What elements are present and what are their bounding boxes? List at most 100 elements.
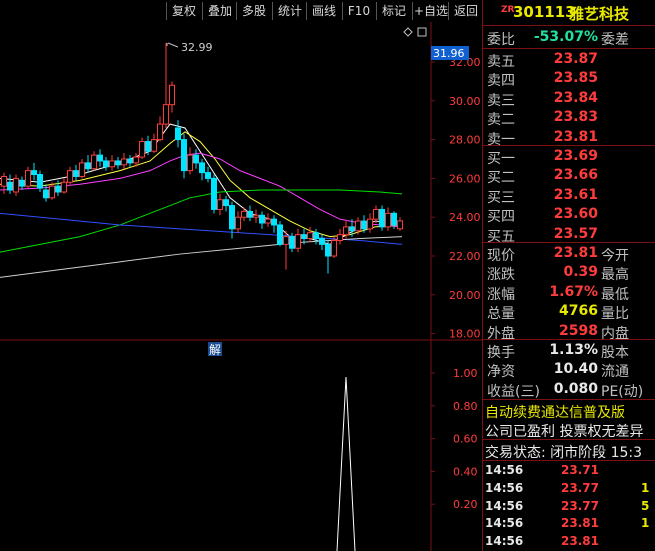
indicator-tick: 0.60	[453, 433, 478, 446]
stock-header: ZR 301113 雅艺科技	[483, 2, 655, 23]
trade-row: 14:56 23.81	[483, 533, 655, 550]
stat-row-3-value: 4766	[559, 303, 598, 320]
toolbar-button-4[interactable]: 画线	[306, 2, 341, 20]
bid-row-1-value: 23.66	[553, 167, 598, 184]
weibi-row: 委比 -53.07% 委差	[483, 28, 655, 48]
bid-row-1-label: 买二	[487, 170, 515, 187]
trade-vol: 1	[641, 480, 650, 495]
fund-row-0-label2: 股本	[601, 345, 629, 361]
stat-row-1: 涨跌 0.39 最高	[483, 263, 655, 284]
bid-row-3-label: 买四	[487, 209, 515, 226]
trade-price: 23.71	[561, 463, 599, 477]
bid-row-4: 买五 23.57	[483, 225, 655, 245]
trade-time: 14:56	[485, 480, 524, 495]
ask-row-4: 卖一 23.81	[483, 128, 655, 148]
indicator-tick: 0.80	[453, 400, 478, 413]
fund-row-2: 收益(三) 0.080 PE(动)	[483, 380, 655, 400]
trade-vol: 5	[641, 498, 650, 513]
kline-chart[interactable]: 32.0030.0028.0026.0024.0022.0020.0018.00…	[0, 22, 482, 551]
toolbar-button-6[interactable]: 标记	[376, 2, 411, 20]
high-label: 32.99	[181, 41, 213, 54]
bid-row-2-value: 23.61	[553, 186, 598, 203]
trade-time: 14:56	[485, 498, 524, 513]
fund-row-2-label: 收益(三)	[487, 383, 540, 400]
stat-row-2-value: 1.67%	[549, 283, 598, 300]
indicator-tick: 1.00	[453, 367, 478, 380]
fund-row-0-value: 1.13%	[549, 342, 598, 358]
fund-row-2-label2: PE(动)	[601, 383, 644, 400]
stat-row-1-value: 0.39	[563, 264, 598, 281]
stock-name: 雅艺科技	[569, 5, 630, 23]
ask-row-3-label: 卖二	[487, 112, 515, 129]
stat-row-4: 外盘 2598 内盘	[483, 322, 655, 342]
trading-status-text: 交易状态: 闭市阶段 15:3	[485, 445, 643, 461]
bid-row-2-label: 买三	[487, 189, 515, 206]
current-price-label: 31.96	[433, 47, 465, 60]
stat-row-1-label2: 最高	[601, 267, 629, 284]
fund-row-1-label2: 流通	[601, 364, 629, 381]
trade-row: 14:56 23.77 5	[483, 498, 655, 515]
toolbar-button-2[interactable]: 多股	[236, 2, 271, 20]
ask-row-1-value: 23.85	[553, 70, 598, 87]
stat-row-0-label: 现价	[487, 248, 515, 264]
candle	[211, 174, 217, 214]
bid-row-0-value: 23.69	[553, 148, 598, 164]
trade-vol: 1	[641, 516, 650, 531]
stat-row-0: 现价 23.81 今开	[483, 244, 655, 264]
ask-row-1: 卖四 23.85	[483, 69, 655, 89]
weibi-label: 委比	[487, 32, 515, 48]
ask-row-3: 卖二 23.83	[483, 108, 655, 129]
ask-row-2-value: 23.84	[553, 89, 598, 106]
toolbar: 复权 叠加 多股 统计 画线 F10 标记 +自选 返回	[0, 0, 482, 23]
stat-row-2-label: 涨幅	[487, 286, 515, 303]
weibi-value: -53.07%	[533, 29, 598, 45]
stat-row-3-label: 总量	[487, 306, 515, 323]
fund-row-0: 换手 1.13% 股本	[483, 341, 655, 361]
ask-row-0-label: 卖五	[487, 54, 515, 70]
trading-status: 交易状态: 闭市阶段 15:3	[483, 441, 655, 461]
stat-row-3: 总量 4766 量比	[483, 302, 655, 323]
ask-row-0: 卖五 23.87	[483, 50, 655, 70]
toolbar-button-3[interactable]: 统计	[272, 2, 307, 20]
quote-panel: ZR 301113 雅艺科技 委比 -53.07% 委差 卖五 23.87 卖四 23…	[482, 0, 655, 551]
toolbar-button-1[interactable]: 叠加	[202, 2, 237, 20]
bid-row-3-value: 23.60	[553, 206, 598, 223]
stat-row-0-label2: 今开	[601, 248, 629, 264]
trade-time: 14:56	[485, 516, 524, 531]
toolbar-button-0[interactable]: 复权	[166, 2, 201, 20]
candle	[379, 205, 385, 231]
trade-time: 14:56	[485, 534, 524, 549]
ticker-2[interactable]: 公司已盈利 投票权无差异	[483, 420, 655, 440]
trade-price: 23.77	[561, 498, 599, 513]
price-tick: 26.00	[449, 172, 481, 185]
toolbar-button-5[interactable]: F10	[342, 2, 375, 20]
ask-row-4-value: 23.81	[553, 128, 598, 145]
ask-row-2-label: 卖三	[487, 92, 515, 109]
trade-price: 23.81	[561, 516, 599, 531]
bid-row-3: 买四 23.60	[483, 205, 655, 226]
ticker-1[interactable]: 自动续费通达信普及版	[483, 401, 655, 421]
stat-row-2-label2: 最低	[601, 286, 629, 303]
stat-row-1-label: 涨跌	[487, 267, 515, 284]
trade-time: 14:56	[485, 463, 524, 477]
ask-row-0-value: 23.87	[553, 51, 598, 67]
weicha-label: 委差	[601, 32, 629, 48]
fund-row-1-value: 10.40	[553, 361, 598, 378]
fund-row-0-label: 换手	[487, 345, 515, 361]
ask-row-2: 卖三 23.84	[483, 89, 655, 109]
stock-code: 301113	[513, 3, 576, 21]
bid-row-0-label: 买一	[487, 151, 515, 167]
toolbar-button-8[interactable]: 返回	[448, 2, 483, 20]
fund-row-2-value: 0.080	[553, 380, 598, 397]
fund-row-1: 净资 10.40 流通	[483, 360, 655, 381]
toolbar-button-7[interactable]: +自选	[412, 2, 449, 20]
trade-row: 14:56 23.81 1	[483, 515, 655, 532]
trade-price: 23.77	[561, 480, 599, 495]
stat-row-3-label2: 量比	[601, 306, 629, 323]
trade-row: 14:56 23.77 1	[483, 480, 655, 497]
indicator-label: 解	[209, 343, 221, 357]
stat-row-2: 涨幅 1.67% 最低	[483, 283, 655, 303]
stat-row-0-value: 23.81	[553, 245, 598, 261]
indicator-tick: 0.20	[453, 498, 478, 511]
trade-price: 23.81	[561, 534, 599, 549]
